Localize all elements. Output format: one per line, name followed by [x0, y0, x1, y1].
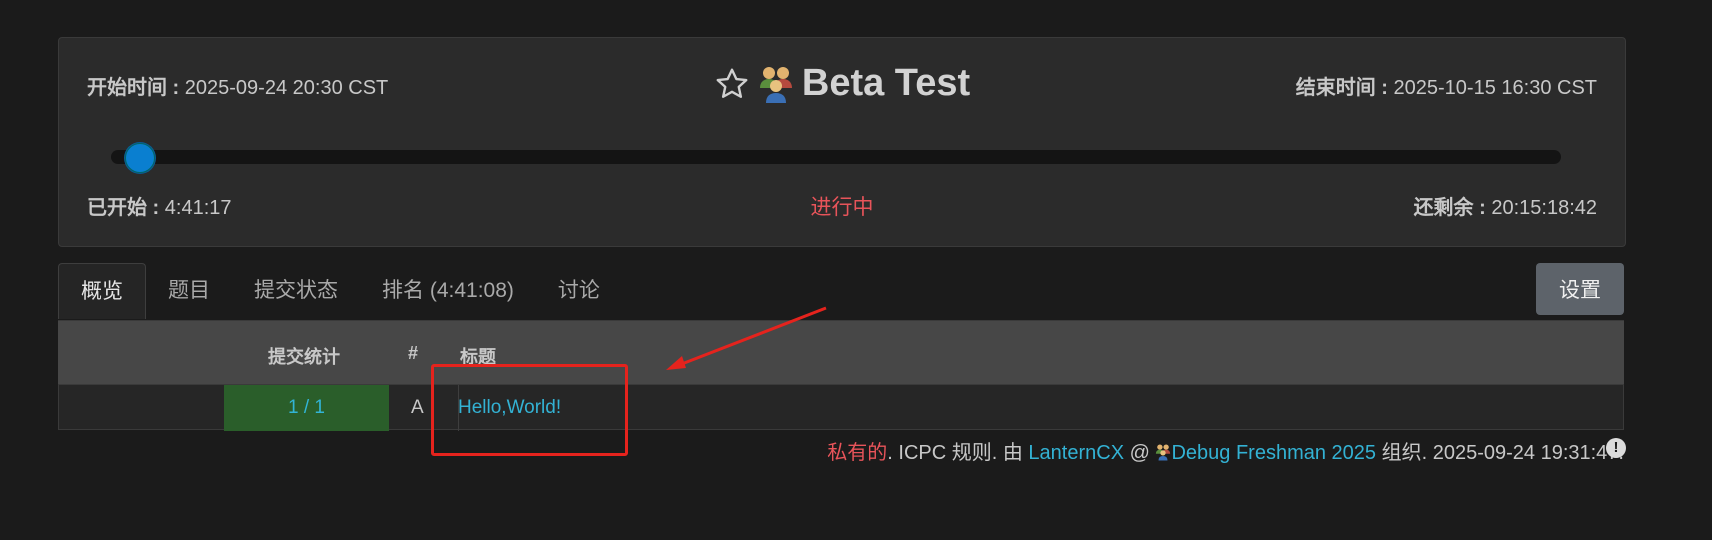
- contest-footer: 私有的. ICPC 规则. 由 LanternCX @ Debug Freshm…: [827, 442, 1624, 464]
- annotation-arrow: [666, 306, 827, 370]
- end-time: 结束时间 : 2025-10-15 16:30 CST: [1295, 77, 1597, 99]
- info-icon[interactable]: !: [1606, 438, 1626, 458]
- header-number: #: [408, 343, 419, 363]
- group-link[interactable]: Debug Freshman 2025: [1171, 442, 1376, 464]
- tab-ranking[interactable]: 排名 (4:41:08): [360, 263, 536, 319]
- header-stats: 提交统计: [268, 347, 340, 367]
- contest-header-panel: 开始时间 : 2025-09-24 20:30 CST Beta Test 结束…: [58, 37, 1626, 247]
- tab-submissions[interactable]: 提交状态: [232, 263, 360, 319]
- star-icon[interactable]: [714, 66, 750, 102]
- private-label: 私有的: [827, 442, 888, 464]
- submission-stats[interactable]: 1 / 1: [224, 385, 389, 431]
- contest-title: Beta Test: [801, 62, 971, 104]
- tab-problems[interactable]: 题目: [146, 263, 232, 319]
- team-icon: [1156, 444, 1171, 461]
- team-icon: [759, 66, 792, 103]
- progress-knob: [125, 143, 156, 173]
- contest-status: 进行中: [810, 196, 874, 219]
- annotation-box: [431, 364, 628, 456]
- remaining-time: 还剩余 : 20:15:18:42: [1413, 197, 1597, 219]
- settings-button[interactable]: 设置: [1536, 263, 1624, 315]
- problem-table-header: 提交统计 # 标题: [58, 320, 1624, 384]
- author-link[interactable]: LanternCX: [1028, 442, 1124, 464]
- table-row: 1 / 1 A Hello,World!: [58, 384, 1624, 431]
- tab-overview[interactable]: 概览: [58, 263, 146, 319]
- progress-bar: [111, 143, 1561, 173]
- tab-discussion[interactable]: 讨论: [536, 263, 622, 319]
- contest-tabs: 概览 题目 提交状态 排名 (4:41:08) 讨论: [58, 263, 622, 319]
- problem-letter: A: [411, 397, 424, 418]
